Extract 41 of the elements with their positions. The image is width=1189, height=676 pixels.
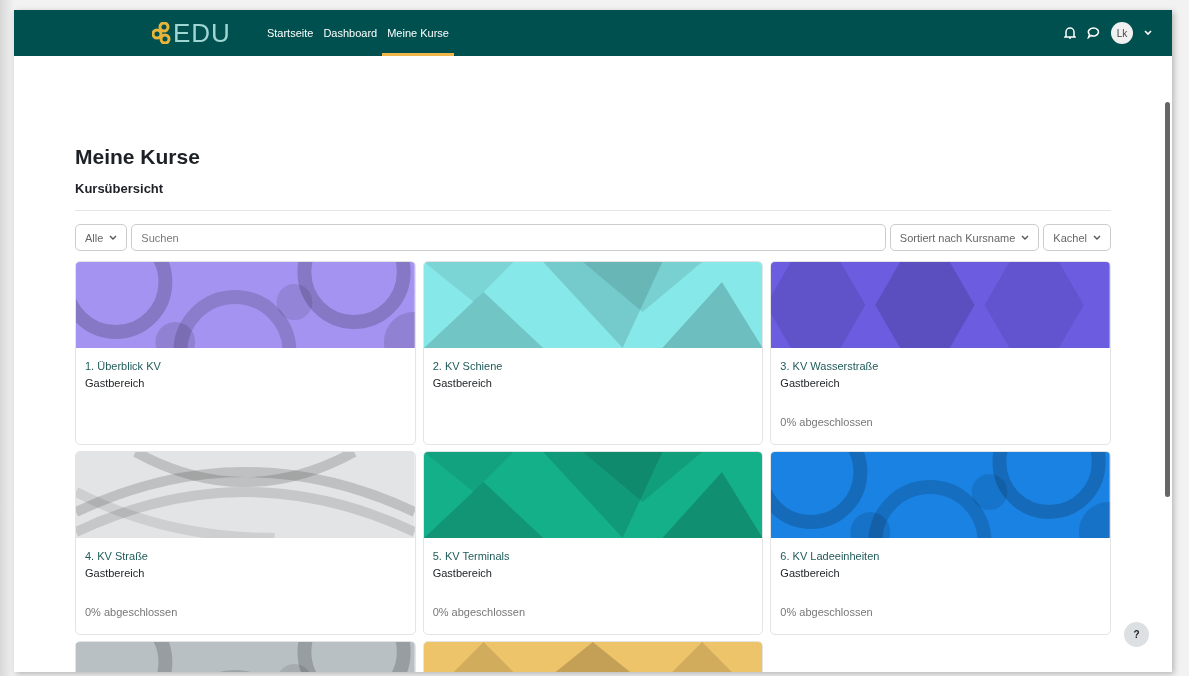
course-category: Gastbereich xyxy=(85,377,146,389)
progress-text: 0% abgeschlossen xyxy=(432,606,526,618)
nav-link[interactable]: Startseite xyxy=(261,10,319,56)
caret-icon[interactable] xyxy=(1144,30,1152,36)
view-dropdown[interactable]: Kachel xyxy=(1043,224,1111,251)
course-category: Gastbereich xyxy=(432,567,493,579)
progress-text: 0% abgeschlossen xyxy=(780,606,874,618)
logo[interactable]: EDU xyxy=(173,17,231,49)
progress-text: 0% abgeschlossen xyxy=(85,606,179,618)
course-link[interactable]: 3. KV Wasserstraße xyxy=(780,360,1101,372)
course-card[interactable]: 1. Überblick KV Gastbereich xyxy=(75,261,416,445)
caret-icon xyxy=(1021,234,1030,241)
course-card[interactable]: 6. KV Ladeeinheiten Gastbereich 0% abgeschlossen xyxy=(770,451,1111,635)
sort-dropdown[interactable]: Sortiert nach Kursname xyxy=(889,224,1040,251)
page-title: Meine Kurse xyxy=(75,145,201,169)
course-link[interactable]: 2. KV Schiene xyxy=(432,360,754,372)
caret-icon xyxy=(1093,234,1101,241)
caret-icon xyxy=(109,234,118,241)
course-link[interactable]: 5. KV Terminals xyxy=(432,550,754,562)
search-field[interactable]: Suchen xyxy=(131,224,886,251)
nav-link[interactable]: Dashboard xyxy=(318,10,383,56)
course-card[interactable]: 4. KV Straße Gastbereich 0% abgeschlossen xyxy=(75,451,416,635)
help-button[interactable]: ? xyxy=(1124,622,1149,647)
chat-icon[interactable] xyxy=(1087,27,1100,39)
course-card[interactable]: 2. KV Schiene Gastbereich xyxy=(422,261,764,445)
user-avatar[interactable]: Lk xyxy=(1111,22,1133,44)
progress-text: 0% abgeschlossen xyxy=(780,416,874,428)
course-link[interactable]: 4. KV Straße xyxy=(85,550,406,562)
course-card[interactable]: 3. KV Wasserstraße Gastbereich 0% abgeschlossen xyxy=(770,261,1111,445)
course-category: Gastbereich xyxy=(85,567,146,579)
course-category: Gastbereich xyxy=(780,377,841,389)
course-category: Gastbereich xyxy=(432,377,493,389)
course-category: Gastbereich xyxy=(780,567,841,579)
course-link[interactable]: 6. KV Ladeeinheiten xyxy=(780,550,1101,562)
grouping-dropdown[interactable]: Alle xyxy=(75,224,128,251)
bell-icon[interactable] xyxy=(1064,26,1076,40)
nav-link[interactable]: Meine Kurse xyxy=(382,10,454,56)
course-card[interactable]: 5. KV Terminals Gastbereich 0% abgeschlossen xyxy=(422,451,764,635)
gears-icon xyxy=(152,22,172,44)
course-link[interactable]: 1. Überblick KV xyxy=(85,360,406,372)
section-title: Kursübersicht xyxy=(75,181,165,196)
